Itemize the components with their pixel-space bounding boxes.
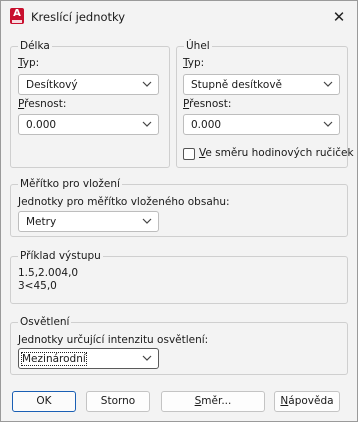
sample-output-legend: Příklad výstupu <box>18 250 103 262</box>
app-icon: A <box>10 8 24 24</box>
angle-type-value: Stupně desítkově <box>191 79 282 91</box>
length-type-select[interactable]: Desítkový <box>18 74 159 95</box>
chevron-down-icon <box>142 218 152 224</box>
angle-precision-label: Přesnost: <box>183 98 232 110</box>
angle-type-label: Typ: <box>183 57 205 69</box>
dialog-title: Kreslící jednotky <box>31 10 126 24</box>
sample-output-line1: 1.5,2.004,0 <box>18 267 79 279</box>
help-button[interactable]: Nápověda <box>274 391 340 412</box>
sample-output-line2: 3<45,0 <box>18 280 57 292</box>
angle-precision-value: 0.000 <box>191 119 222 131</box>
insertion-scale-select[interactable]: Metry <box>18 211 159 232</box>
ok-button[interactable]: OK <box>12 391 76 412</box>
insertion-scale-label: Jednotky pro měřítko vloženého obsahu: <box>18 196 230 208</box>
angle-legend: Úhel <box>184 40 212 52</box>
chevron-down-icon <box>142 81 152 87</box>
insertion-scale-legend: Měřítko pro vložení <box>18 178 122 190</box>
insertion-scale-value: Metry <box>26 216 57 228</box>
angle-type-select[interactable]: Stupně desítkově <box>183 74 340 95</box>
lighting-label: Jednotky určující intenzitu osvětlení: <box>18 334 209 346</box>
angle-precision-select[interactable]: 0.000 <box>183 114 340 135</box>
title-bar: A Kreslící jednotky ✕ <box>1 1 357 33</box>
chevron-down-icon <box>323 81 333 87</box>
sample-output-group: Příklad výstupu <box>10 250 348 304</box>
length-precision-select[interactable]: 0.000 <box>18 114 159 135</box>
length-legend: Délka <box>18 40 52 52</box>
lighting-units-value: Mezinárodní <box>21 352 87 366</box>
chevron-down-icon <box>142 355 152 361</box>
length-precision-value: 0.000 <box>26 119 57 131</box>
lighting-legend: Osvětlení <box>18 316 72 328</box>
clockwise-label[interactable]: Ve směru hodinových ručiček <box>199 147 354 159</box>
lighting-units-select[interactable]: Mezinárodní <box>18 348 159 369</box>
clockwise-checkbox[interactable] <box>183 148 195 160</box>
length-type-value: Desítkový <box>26 79 78 91</box>
cancel-button[interactable]: Storno <box>86 391 150 412</box>
chevron-down-icon <box>323 121 333 127</box>
close-icon[interactable]: ✕ <box>329 7 349 27</box>
drawing-units-dialog: A Kreslící jednotky ✕ Délka Typ: Desítko… <box>0 0 358 422</box>
chevron-down-icon <box>142 121 152 127</box>
direction-button[interactable]: Směr... <box>161 391 265 412</box>
length-type-label: Typ: <box>18 57 40 69</box>
length-precision-label: Přesnost: <box>18 98 67 110</box>
